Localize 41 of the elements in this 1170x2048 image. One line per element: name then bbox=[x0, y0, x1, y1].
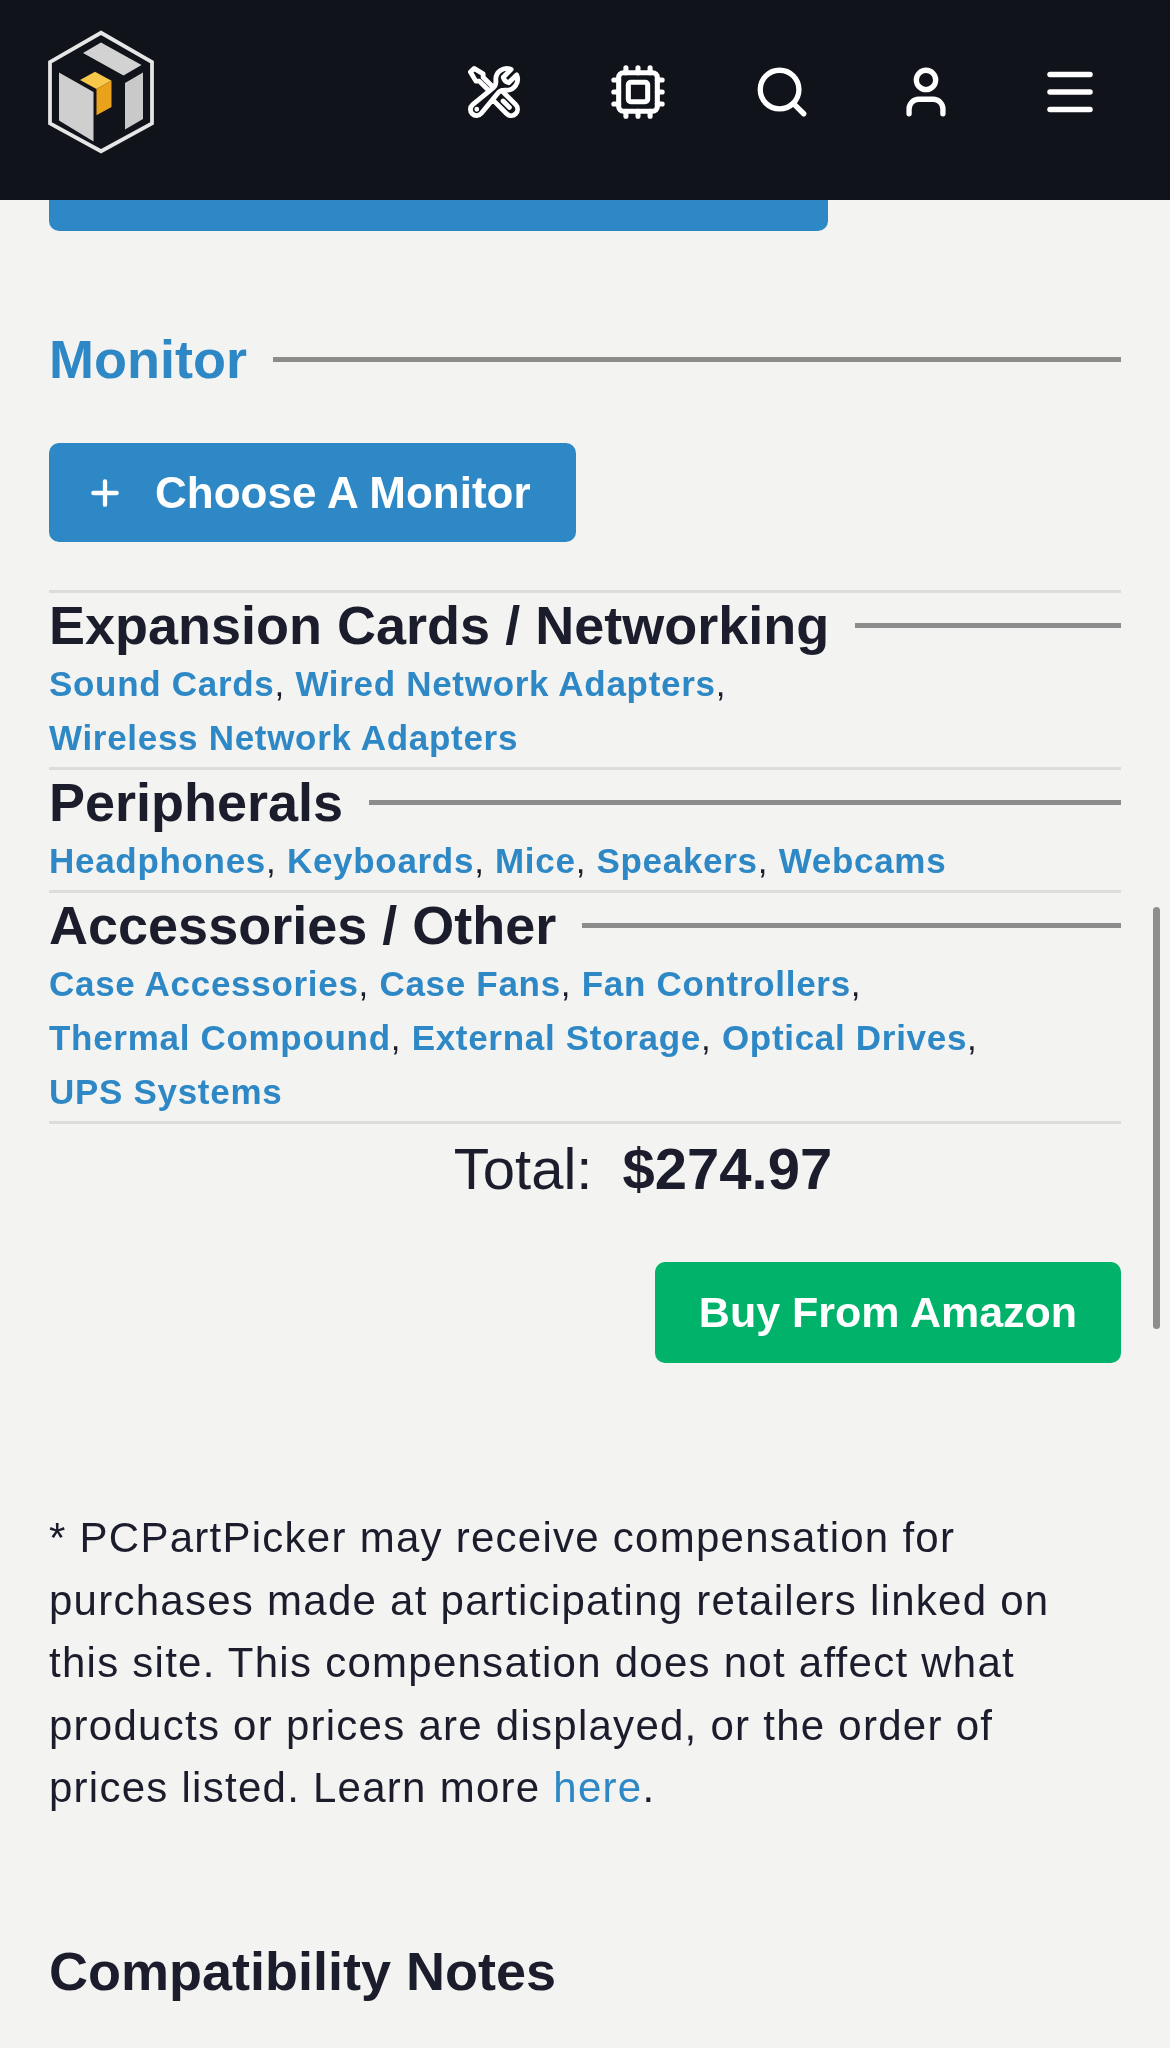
category-link[interactable]: Mice bbox=[495, 841, 576, 880]
category-link[interactable]: Sound Cards bbox=[49, 664, 275, 703]
category-heading: Accessories / Other bbox=[49, 896, 557, 954]
list-separator: , bbox=[274, 664, 285, 703]
list-separator: , bbox=[757, 841, 769, 880]
chip-icon bbox=[609, 63, 667, 121]
list-separator: , bbox=[575, 841, 587, 880]
category-heading: Peripherals bbox=[49, 773, 344, 831]
list-separator: , bbox=[560, 964, 572, 1003]
learn-more-link[interactable]: here bbox=[553, 1764, 643, 1811]
category-link[interactable]: Wireless Network Adapters bbox=[49, 718, 519, 757]
section-heading-link[interactable]: Monitor bbox=[49, 327, 247, 392]
total-label: Total: bbox=[453, 1134, 593, 1203]
buy-from-amazon-button[interactable]: Buy From Amazon bbox=[655, 1262, 1121, 1363]
category-link[interactable]: Case Accessories bbox=[49, 964, 359, 1003]
disclaimer-text: * PCPartPicker may receive compensation for purchases made at participating retailers linked on this site. This compensation does not affect what products or prices are displayed, or the order of prices listed. Learn more here. bbox=[49, 1513, 1051, 1813]
list-separator: , bbox=[474, 841, 485, 880]
category-link[interactable]: Fan Controllers bbox=[581, 964, 851, 1003]
choose-monitor-button[interactable]: Choose A Monitor bbox=[49, 443, 576, 542]
list-separator: , bbox=[358, 964, 369, 1003]
category-link[interactable]: Keyboards bbox=[286, 841, 475, 880]
category-link[interactable]: Speakers bbox=[596, 841, 758, 880]
category-link[interactable]: Webcams bbox=[778, 841, 947, 880]
category-heading: Expansion Cards / Networking bbox=[49, 596, 830, 654]
total-amount: $274.97 bbox=[622, 1134, 833, 1203]
list-separator: , bbox=[850, 964, 862, 1003]
list-separator: , bbox=[715, 664, 727, 703]
list-separator: , bbox=[266, 841, 277, 880]
cube-logo-icon[interactable] bbox=[47, 30, 155, 154]
category-link[interactable]: Case Fans bbox=[379, 964, 561, 1003]
category-link[interactable]: UPS Systems bbox=[49, 1072, 283, 1111]
category-link[interactable]: Headphones bbox=[49, 841, 267, 880]
category-link[interactable]: Optical Drives bbox=[721, 1018, 968, 1057]
compatibility-notes-heading: Compatibility Notes bbox=[49, 1939, 558, 2002]
list-separator: , bbox=[701, 1018, 712, 1057]
category-link[interactable]: Wired Network Adapters bbox=[295, 664, 716, 703]
category-link[interactable]: Thermal Compound bbox=[49, 1018, 391, 1057]
list-separator: , bbox=[967, 1018, 978, 1057]
list-separator: , bbox=[390, 1018, 402, 1057]
category-link[interactable]: External Storage bbox=[411, 1018, 701, 1057]
wrench-screwdriver-icon bbox=[465, 63, 523, 121]
